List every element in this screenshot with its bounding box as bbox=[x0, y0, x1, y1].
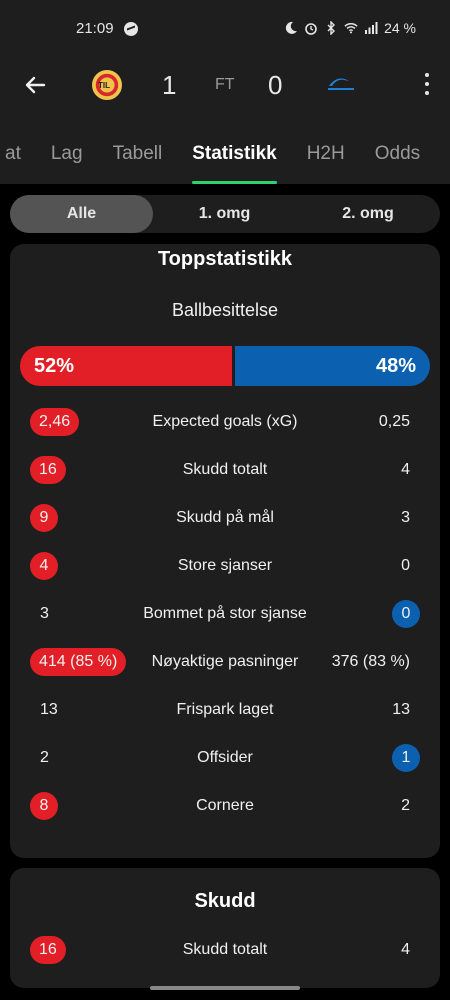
stat-away-value: 4 bbox=[401, 930, 420, 970]
stat-row: 16 Skudd totalt 4 bbox=[10, 450, 440, 490]
stat-label: Skudd totalt bbox=[182, 461, 268, 478]
stat-away-text: 1 bbox=[392, 744, 420, 772]
gesture-nav-handle[interactable] bbox=[150, 986, 300, 990]
home-score: 1 bbox=[162, 70, 177, 100]
battery-level: 24 % bbox=[384, 20, 416, 36]
stat-home-text: 16 bbox=[30, 936, 66, 964]
possession-bar: 52% 48% bbox=[20, 346, 430, 386]
stat-home-value: 3 bbox=[30, 594, 49, 634]
stat-away-text: 0 bbox=[401, 557, 410, 574]
stat-away-text: 3 bbox=[401, 509, 410, 526]
stat-label: Nøyaktige pasninger bbox=[151, 653, 299, 670]
back-arrow-icon[interactable] bbox=[20, 70, 50, 100]
stat-home-text: 3 bbox=[40, 605, 49, 622]
stat-home-value: 13 bbox=[30, 690, 58, 730]
possession-away: 48% bbox=[234, 346, 430, 386]
filter-first-half[interactable]: 1. omg bbox=[153, 195, 296, 233]
stat-away-value: 13 bbox=[392, 690, 420, 730]
stat-row: 4 Store sjanser 0 bbox=[10, 546, 440, 586]
stat-row: 8 Cornere 2 bbox=[10, 786, 440, 826]
possession-home: 52% bbox=[20, 346, 232, 386]
away-team-logo[interactable] bbox=[326, 74, 356, 94]
tab-h2h[interactable]: H2H bbox=[292, 142, 360, 184]
stat-home-text: 16 bbox=[30, 456, 66, 484]
stat-home-text: 8 bbox=[30, 792, 58, 820]
stat-away-text: 2 bbox=[401, 797, 410, 814]
stat-away-value: 3 bbox=[401, 498, 420, 538]
stat-home-value: 2 bbox=[30, 738, 49, 778]
stat-away-text: 13 bbox=[392, 701, 410, 718]
stat-away-text: 0,25 bbox=[378, 413, 410, 430]
stat-home-value: 16 bbox=[30, 450, 66, 490]
stat-away-value: 0 bbox=[392, 594, 420, 634]
stat-away-text: 376 (83 %) bbox=[331, 653, 410, 670]
stat-label: Skudd totalt bbox=[182, 941, 268, 958]
alarm-icon bbox=[305, 23, 317, 35]
messenger-icon bbox=[124, 22, 138, 36]
wifi-icon bbox=[344, 23, 358, 34]
stat-label: Expected goals (xG) bbox=[152, 413, 298, 430]
stat-home-value: 8 bbox=[30, 786, 58, 826]
stat-away-value: 376 (83 %) bbox=[332, 642, 420, 682]
filter-all[interactable]: Alle bbox=[10, 195, 153, 233]
shots-card: Skudd 16 Skudd totalt 4 bbox=[10, 868, 440, 988]
stat-home-text: 4 bbox=[30, 552, 58, 580]
moon-icon bbox=[285, 21, 298, 34]
match-status: FT bbox=[215, 76, 235, 93]
more-options-icon[interactable] bbox=[422, 70, 432, 98]
stat-away-value: 1 bbox=[392, 738, 420, 778]
period-filter: Alle 1. omg 2. omg bbox=[10, 195, 440, 233]
stat-row: 2,46 Expected goals (xG) 0,25 bbox=[10, 402, 440, 442]
stat-home-text: 2,46 bbox=[30, 408, 80, 436]
bluetooth-icon bbox=[327, 21, 336, 35]
stat-label: Skudd på mål bbox=[176, 509, 274, 526]
tab-bar: at Lag Tabell Statistikk H2H Odds bbox=[0, 142, 435, 184]
stat-home-value: 414 (85 %) bbox=[30, 642, 127, 682]
stat-away-text: 4 bbox=[401, 461, 410, 478]
filter-second-half[interactable]: 2. omg bbox=[296, 195, 440, 233]
signal-icon bbox=[365, 22, 378, 34]
stat-home-text: 9 bbox=[30, 504, 58, 532]
stat-home-value: 4 bbox=[30, 546, 58, 586]
stat-away-value: 0,25 bbox=[379, 402, 420, 442]
stat-label: Store sjanser bbox=[177, 557, 273, 574]
stat-row: 2 Offsider 1 bbox=[10, 738, 440, 778]
stat-label: Bommet på stor sjanse bbox=[143, 605, 307, 622]
tab-odds[interactable]: Odds bbox=[360, 142, 435, 184]
home-logo-text: TIL bbox=[98, 81, 110, 90]
tab-lag[interactable]: Lag bbox=[36, 142, 98, 184]
stat-away-value: 2 bbox=[401, 786, 420, 826]
possession-label: Ballbesittelse bbox=[171, 300, 279, 320]
stat-label: Frispark laget bbox=[176, 701, 274, 718]
stat-home-value: 2,46 bbox=[30, 402, 80, 442]
tab-partial[interactable]: at bbox=[0, 142, 36, 184]
shots-title: Skudd bbox=[194, 890, 256, 912]
stat-row: 13 Frispark laget 13 bbox=[10, 690, 440, 730]
stat-row: 3 Bommet på stor sjanse 0 bbox=[10, 594, 440, 634]
stat-row: 9 Skudd på mål 3 bbox=[10, 498, 440, 538]
status-time: 21:09 bbox=[76, 20, 114, 37]
top-stats-card: Toppstatistikk Ballbesittelse 52% 48% 2,… bbox=[10, 244, 440, 858]
stat-home-text: 2 bbox=[40, 749, 49, 766]
stat-away-value: 4 bbox=[401, 450, 420, 490]
top-stats-title: Toppstatistikk bbox=[157, 248, 293, 270]
stat-label: Cornere bbox=[196, 797, 254, 814]
stat-row: 16 Skudd totalt 4 bbox=[10, 930, 440, 970]
tab-tabell[interactable]: Tabell bbox=[98, 142, 178, 184]
stat-label: Offsider bbox=[197, 749, 253, 766]
home-team-logo[interactable]: TIL bbox=[92, 70, 122, 100]
stat-row: 414 (85 %) Nøyaktige pasninger 376 (83 %) bbox=[10, 642, 440, 682]
stat-away-value: 0 bbox=[401, 546, 420, 586]
stat-away-text: 4 bbox=[401, 941, 410, 958]
stat-away-text: 0 bbox=[392, 600, 420, 628]
status-icons: 24 % bbox=[284, 20, 416, 36]
tab-statistikk[interactable]: Statistikk bbox=[177, 142, 291, 184]
match-header: TIL 1 FT 0 at Lag Tabell Statistikk H2H … bbox=[0, 58, 450, 184]
stat-home-text: 13 bbox=[40, 701, 58, 718]
status-bar: 21:09 24 % bbox=[0, 0, 450, 58]
stat-home-value: 16 bbox=[30, 930, 66, 970]
away-score: 0 bbox=[268, 70, 283, 100]
stat-home-text: 414 (85 %) bbox=[30, 648, 127, 676]
stat-home-value: 9 bbox=[30, 498, 58, 538]
